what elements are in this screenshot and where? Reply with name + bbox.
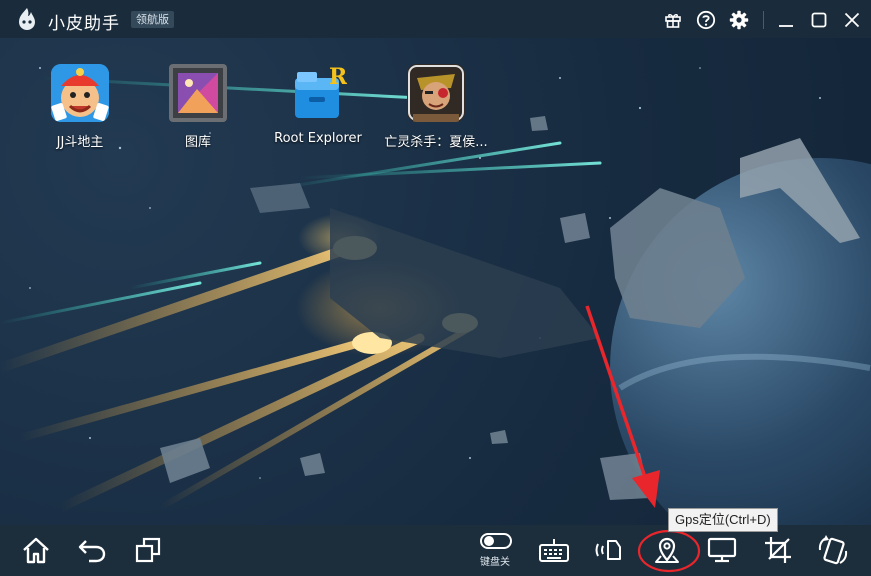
app-undead-slayer[interactable]: 亡灵杀手：夏侯... — [381, 64, 491, 150]
help-button[interactable] — [695, 9, 717, 31]
recent-apps-icon — [135, 537, 161, 563]
app-label: Root Explorer — [274, 131, 362, 146]
keyboard-toggle[interactable] — [479, 529, 513, 553]
close-button[interactable] — [841, 9, 863, 31]
jj-doudizhu-icon — [51, 64, 109, 122]
minimize-button[interactable] — [775, 9, 797, 31]
edition-badge: 领航版 — [131, 11, 174, 28]
back-button[interactable] — [75, 533, 109, 567]
svg-text:R: R — [329, 64, 347, 90]
undead-slayer-icon — [407, 64, 465, 122]
shake-button[interactable] — [593, 533, 627, 567]
app-jj-doudizhu[interactable]: JJ斗地主 — [25, 64, 135, 150]
back-arrow-icon — [78, 540, 106, 563]
close-icon — [844, 12, 860, 28]
bottom-toolbar: 键盘关 — [0, 525, 871, 576]
app-label: 亡灵杀手：夏侯... — [384, 135, 488, 150]
app-label: 图库 — [184, 135, 211, 150]
gift-icon — [665, 14, 681, 28]
toggle-switch-icon — [480, 533, 512, 549]
screenshot-button[interactable] — [761, 533, 795, 567]
title-bar: 小皮助手 领航版 — [0, 0, 871, 38]
keyboard-icon — [539, 539, 569, 562]
app-root-explorer[interactable]: R Root Explorer — [263, 64, 373, 146]
app-title: 小皮助手 — [48, 14, 120, 34]
settings-button[interactable] — [728, 9, 750, 31]
home-button[interactable] — [19, 533, 53, 567]
gift-button[interactable] — [662, 9, 684, 31]
app-label: JJ斗地主 — [56, 135, 104, 150]
maximize-icon — [811, 12, 827, 28]
annotation-highlight-ellipse — [637, 529, 701, 573]
monitor-icon — [707, 537, 737, 563]
minimize-icon — [779, 25, 793, 27]
title-bar-divider — [763, 11, 764, 29]
app-gallery[interactable]: 图库 — [143, 64, 253, 150]
root-explorer-icon: R — [289, 64, 347, 122]
rotate-screen-button[interactable] — [816, 533, 850, 567]
keyboard-toggle-label: 键盘关 — [480, 557, 510, 568]
rotate-phone-icon — [818, 535, 848, 565]
app-logo-icon — [19, 8, 35, 30]
gear-icon — [729, 10, 749, 30]
gps-tooltip: Gps定位(Ctrl+D) — [668, 508, 778, 532]
keyboard-mapping-button[interactable] — [537, 533, 571, 567]
recent-apps-button[interactable] — [131, 533, 165, 567]
emulator-desktop[interactable]: JJ斗地主 图库 R Root Explorer 亡灵杀手：夏侯... — [0, 38, 871, 525]
shake-icon — [595, 540, 621, 560]
gallery-icon — [169, 64, 227, 122]
crop-icon — [765, 537, 791, 563]
maximize-button[interactable] — [808, 9, 830, 31]
home-icon — [23, 537, 49, 564]
help-icon — [696, 10, 716, 30]
screen-display-button[interactable] — [705, 533, 739, 567]
